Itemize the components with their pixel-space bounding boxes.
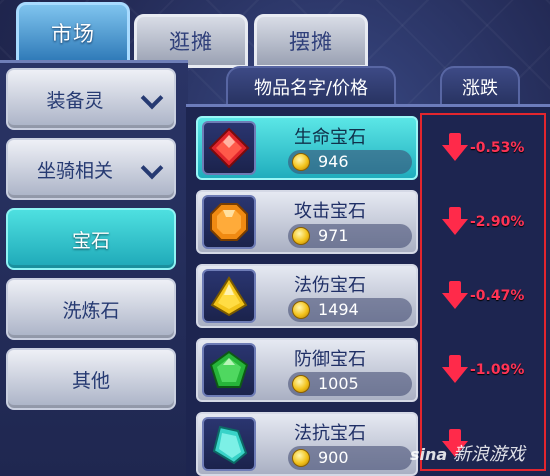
list-item[interactable]: 攻击宝石 971: [196, 190, 418, 254]
chevron-down-icon: [140, 156, 164, 180]
column-header-name-price: 物品名字/价格: [226, 66, 396, 106]
price-bar: 971: [288, 224, 412, 248]
yellow-gem-icon: [210, 276, 248, 317]
item-name: 攻击宝石: [294, 201, 366, 222]
item-name: 生命宝石: [294, 127, 366, 148]
sina-games-watermark: sina 新浪游戏: [410, 444, 525, 465]
list-item[interactable]: 法抗宝石 900: [196, 412, 418, 476]
chevron-down-icon: [140, 86, 164, 110]
sidebar-item-label: 洗炼石: [62, 299, 120, 322]
gold-coin-icon: [292, 301, 310, 319]
list-item[interactable]: 防御宝石 1005: [196, 338, 418, 402]
item-name: 防御宝石: [294, 349, 366, 370]
column-header-change: 涨跌: [440, 66, 520, 106]
tab-market[interactable]: 市场: [16, 2, 130, 64]
price-bar: 900: [288, 446, 412, 470]
tab-set-up-stall[interactable]: 摆摊: [254, 14, 368, 68]
gold-coin-icon: [292, 227, 310, 245]
sidebar-item-label: 宝石: [71, 229, 110, 252]
item-name: 法抗宝石: [294, 423, 366, 444]
price-bar: 1005: [288, 372, 412, 396]
gold-coin-icon: [292, 449, 310, 467]
sidebar-item-label: 坐骑相关: [36, 159, 113, 182]
cyan-gem-icon: [212, 425, 248, 465]
red-gem-icon: [208, 127, 250, 169]
item-icon-frame: [202, 195, 256, 249]
green-gem-icon: [209, 350, 249, 388]
change-column-highlight: [420, 113, 546, 471]
sidebar-item-label: 其他: [71, 369, 110, 392]
item-name: 法伤宝石: [294, 275, 366, 296]
sidebar-item-label: 装备灵: [46, 89, 104, 112]
item-price: 900: [318, 448, 349, 467]
item-icon-frame: [202, 269, 256, 323]
list-item[interactable]: 法伤宝石 1494: [196, 264, 418, 328]
item-icon-frame: [202, 121, 256, 175]
sidebar-item-equipment-spirit[interactable]: 装备灵: [6, 68, 176, 130]
sidebar-item-gems[interactable]: 宝石: [6, 208, 176, 270]
price-bar: 946: [288, 150, 412, 174]
sidebar-item-mount-related[interactable]: 坐骑相关: [6, 138, 176, 200]
orange-gem-icon: [210, 203, 248, 241]
list-item[interactable]: 生命宝石 946: [196, 116, 418, 180]
gold-coin-icon: [292, 153, 310, 171]
item-icon-frame: [202, 343, 256, 397]
price-bar: 1494: [288, 298, 412, 322]
sidebar-item-refining-stone[interactable]: 洗炼石: [6, 278, 176, 340]
sidebar-item-other[interactable]: 其他: [6, 348, 176, 410]
item-price: 946: [318, 152, 349, 171]
item-price: 1494: [318, 300, 359, 319]
item-icon-frame: [202, 417, 256, 471]
gold-coin-icon: [292, 375, 310, 393]
item-price: 1005: [318, 374, 359, 393]
item-price: 971: [318, 226, 349, 245]
